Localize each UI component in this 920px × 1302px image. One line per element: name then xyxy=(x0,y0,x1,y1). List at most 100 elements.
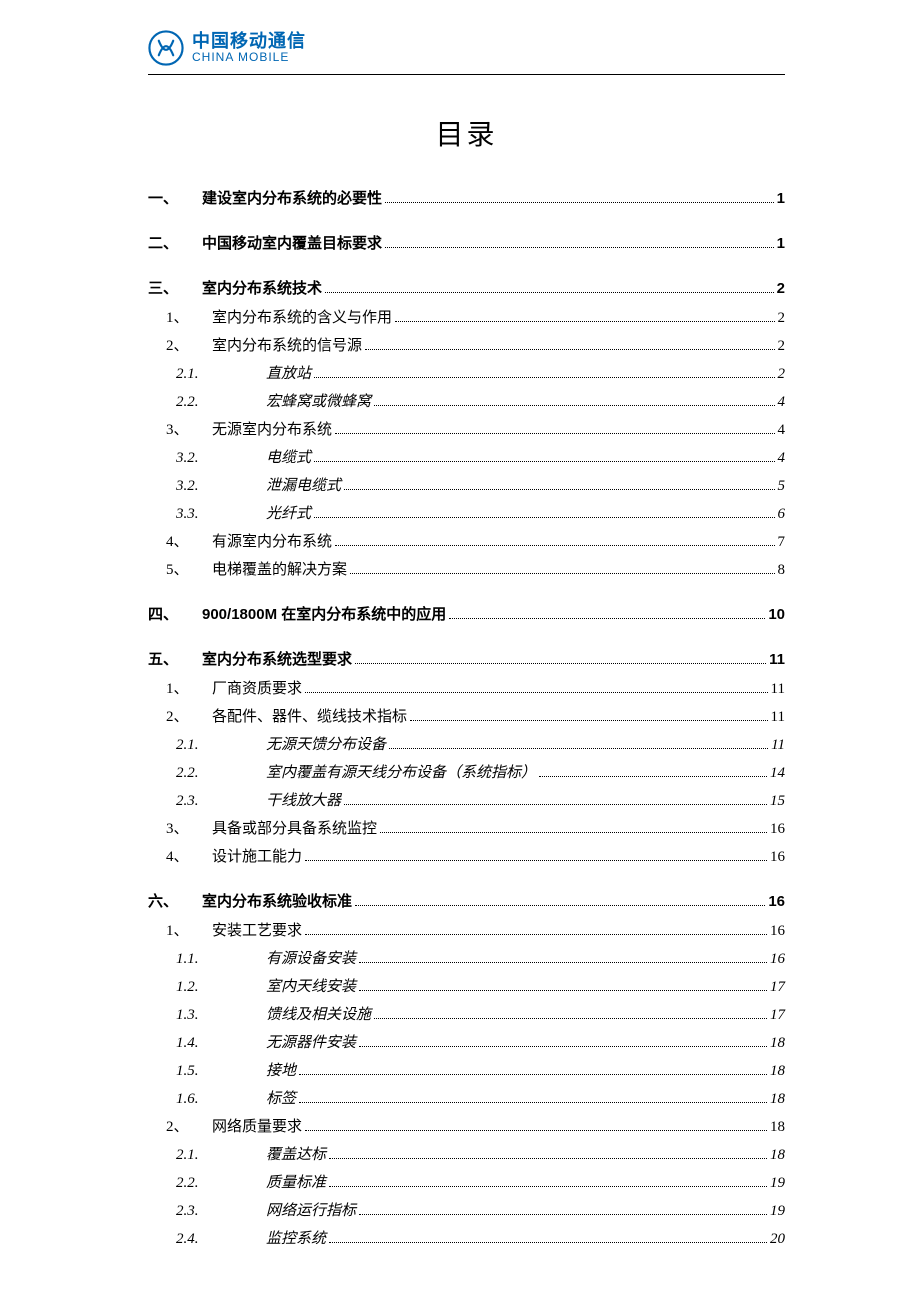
toc-leader-dots xyxy=(395,312,774,323)
toc-entry[interactable]: 4、设计施工能力16 xyxy=(166,845,785,866)
toc-entry[interactable]: 5、电梯覆盖的解决方案8 xyxy=(166,558,785,579)
toc-leader-dots xyxy=(305,683,768,694)
toc-entry[interactable]: 三、室内分布系统技术2 xyxy=(148,277,785,298)
toc-entry[interactable]: 1、厂商资质要求11 xyxy=(166,677,785,698)
toc-entry-number: 1.6. xyxy=(176,1091,266,1108)
toc-leader-dots xyxy=(299,1065,767,1076)
toc-entry-page: 11 xyxy=(771,709,785,726)
toc-leader-dots xyxy=(329,1149,767,1160)
toc-entry[interactable]: 3、无源室内分布系统 4 xyxy=(166,418,785,439)
toc-entry[interactable]: 六、室内分布系统验收标准16 xyxy=(148,890,785,911)
toc-leader-dots xyxy=(385,193,774,204)
toc-entry-label: 中国移动室内覆盖目标要求 xyxy=(202,232,382,253)
toc-entry-label: 有源设备安装 xyxy=(266,947,356,968)
toc-entry-page: 5 xyxy=(778,478,786,495)
toc-entry[interactable]: 1.3.馈线及相关设施17 xyxy=(176,1003,785,1024)
toc-entry-label: 干线放大器 xyxy=(266,789,341,810)
toc-entry-label: 馈线及相关设施 xyxy=(266,1003,371,1024)
toc-leader-dots xyxy=(539,767,767,778)
toc-entry-page: 18 xyxy=(770,1035,785,1052)
toc-entry[interactable]: 2.3.网络运行指标19 xyxy=(176,1199,785,1220)
toc-entry-number: 2.3. xyxy=(176,1203,266,1220)
toc-entry-page: 16 xyxy=(770,951,785,968)
toc-entry-label: 无源室内分布系统 xyxy=(212,418,332,439)
toc-entry-number: 1、 xyxy=(166,919,212,940)
toc-entry[interactable]: 2.2.室内覆盖有源天线分布设备（系统指标）14 xyxy=(176,761,785,782)
toc-leader-dots xyxy=(359,953,767,964)
toc-entry[interactable]: 一、建设室内分布系统的必要性1 xyxy=(148,187,785,208)
toc-entry-number: 2.1. xyxy=(176,1147,266,1164)
toc-entry[interactable]: 二、中国移动室内覆盖目标要求1 xyxy=(148,232,785,253)
toc-entry[interactable]: 四、900/1800M 在室内分布系统中的应用 10 xyxy=(148,603,785,624)
toc-entry-label: 建设室内分布系统的必要性 xyxy=(202,187,382,208)
toc-entry-number: 2.2. xyxy=(176,394,266,411)
toc-leader-dots xyxy=(355,654,766,665)
toc-entry[interactable]: 3.2.电缆式4 xyxy=(176,446,785,467)
toc-entry[interactable]: 2.4.监控系统20 xyxy=(176,1227,785,1248)
toc-entry-label: 质量标准 xyxy=(266,1171,326,1192)
toc-entry-page: 16 xyxy=(770,821,785,838)
toc-entry-number: 3.2. xyxy=(176,478,266,495)
toc-entry-label: 室内分布系统选型要求 xyxy=(202,648,352,669)
toc-entry-page: 4 xyxy=(778,450,786,467)
toc-entry[interactable]: 3.2.泄漏电缆式5 xyxy=(176,474,785,495)
toc-entry-label: 900/1800M 在室内分布系统中的应用 xyxy=(202,603,446,624)
toc-leader-dots xyxy=(335,424,774,435)
toc-entry-page: 6 xyxy=(778,506,786,523)
toc-entry-number: 3.3. xyxy=(176,506,266,523)
toc-entry-label: 电缆式 xyxy=(266,446,311,467)
toc-entry[interactable]: 2、网络质量要求 18 xyxy=(166,1115,785,1136)
toc-entry-number: 1、 xyxy=(166,306,212,327)
toc-entry[interactable]: 3、具备或部分具备系统监控16 xyxy=(166,817,785,838)
toc-entry[interactable]: 2.1.直放站2 xyxy=(176,362,785,383)
toc-entry-label: 室内覆盖有源天线分布设备（系统指标） xyxy=(266,761,536,782)
toc-entry[interactable]: 1.1.有源设备安装16 xyxy=(176,947,785,968)
page-title: 目录 xyxy=(148,113,785,153)
toc-entry-page: 18 xyxy=(770,1063,785,1080)
toc-entry[interactable]: 3.3.光纤式6 xyxy=(176,502,785,523)
toc-entry-label: 安装工艺要求 xyxy=(212,919,302,940)
toc-entry[interactable]: 4、有源室内分布系统7 xyxy=(166,530,785,551)
toc-leader-dots xyxy=(305,925,767,936)
toc-entry-label: 室内天线安装 xyxy=(266,975,356,996)
toc-entry[interactable]: 1.2.室内天线安装17 xyxy=(176,975,785,996)
toc-leader-dots xyxy=(359,1205,767,1216)
toc-entry-number: 1.5. xyxy=(176,1063,266,1080)
toc-entry-number: 2、 xyxy=(166,1115,212,1136)
toc-entry-page: 4 xyxy=(778,422,786,439)
toc-entry[interactable]: 2.1.无源天馈分布设备11 xyxy=(176,733,785,754)
toc-entry-number: 四、 xyxy=(148,603,202,624)
toc-leader-dots xyxy=(389,739,768,750)
toc-entry[interactable]: 2.2.质量标准19 xyxy=(176,1171,785,1192)
toc-entry[interactable]: 2、各配件、器件、缆线技术指标11 xyxy=(166,705,785,726)
toc-entry[interactable]: 1.4.无源器件安装18 xyxy=(176,1031,785,1052)
toc-leader-dots xyxy=(344,480,774,491)
toc-leader-dots xyxy=(385,238,774,249)
toc-entry-number: 3、 xyxy=(166,418,212,439)
toc-entry-number: 2.1. xyxy=(176,737,266,754)
toc-entry[interactable]: 2.1.覆盖达标18 xyxy=(176,1143,785,1164)
toc-entry[interactable]: 1、室内分布系统的含义与作用2 xyxy=(166,306,785,327)
toc-entry-number: 六、 xyxy=(148,890,202,911)
toc-entry-page: 11 xyxy=(771,737,785,754)
toc-entry[interactable]: 五、室内分布系统选型要求11 xyxy=(148,648,785,669)
toc-entry[interactable]: 2.3.干线放大器15 xyxy=(176,789,785,810)
toc-leader-dots xyxy=(305,851,767,862)
toc-entry[interactable]: 1、安装工艺要求16 xyxy=(166,919,785,940)
toc-entry-label: 室内分布系统的信号源 xyxy=(212,334,362,355)
toc-leader-dots xyxy=(355,896,765,907)
toc-entry-number: 2.2. xyxy=(176,765,266,782)
toc-entry-label: 覆盖达标 xyxy=(266,1143,326,1164)
toc-entry-label: 网络质量要求 xyxy=(212,1115,302,1136)
toc-entry-label: 监控系统 xyxy=(266,1227,326,1248)
toc-entry-number: 2.3. xyxy=(176,793,266,810)
toc-entry[interactable]: 1.6.标签18 xyxy=(176,1087,785,1108)
toc-entry-page: 11 xyxy=(771,681,785,698)
toc-entry-label: 网络运行指标 xyxy=(266,1199,356,1220)
toc-entry[interactable]: 1.5.接地18 xyxy=(176,1059,785,1080)
toc-entry[interactable]: 2、室内分布系统的信号源2 xyxy=(166,334,785,355)
toc-entry[interactable]: 2.2.宏蜂窝或微蜂窝4 xyxy=(176,390,785,411)
toc-entry-page: 18 xyxy=(770,1119,785,1136)
toc-entry-page: 10 xyxy=(768,606,785,623)
toc-entry-page: 1 xyxy=(777,190,785,207)
